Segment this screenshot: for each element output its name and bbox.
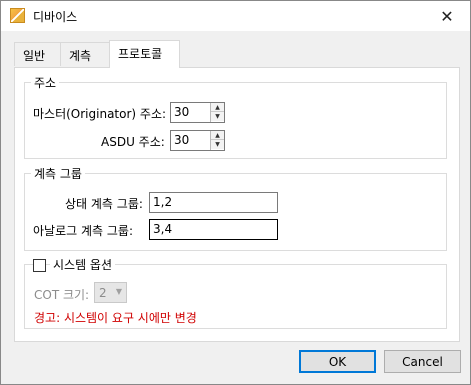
status-group-value: 1,2 (153, 195, 173, 209)
analog-group-label: 아날로그 계측 그룹: (33, 224, 133, 238)
address-group: 주소 마스터(Originator) 주소: 30 ▲ ▼ ASDU 주소: 3… (24, 74, 447, 159)
warning-text: 경고: 시스템이 요구 시에만 변경 (34, 311, 197, 325)
analog-group-value: 3,4 (153, 222, 173, 236)
asdu-address-spinner[interactable]: 30 ▲ ▼ (170, 130, 225, 151)
master-address-spinner[interactable]: 30 ▲ ▼ (170, 102, 225, 123)
tab-protocol[interactable]: 프로토콜 (109, 40, 180, 68)
system-option-group: 시스템 옵션 COT 크기: 2 ▼ 경고: 시스템이 요구 시에만 변경 (24, 256, 447, 329)
tab-measurement[interactable]: 계측 (60, 42, 110, 66)
measure-group-title: 계측 그룹 (31, 165, 85, 182)
system-option-checkbox[interactable] (33, 259, 46, 272)
master-spin-down-icon[interactable]: ▼ (211, 112, 224, 121)
system-option-label[interactable]: 시스템 옵션 (50, 256, 116, 273)
tab-protocol-label: 프로토콜 (118, 47, 163, 61)
asdu-address-value: 30 (174, 133, 190, 147)
analog-group-input[interactable]: 3,4 (149, 219, 278, 240)
master-address-value: 30 (174, 105, 190, 119)
asdu-spin-down-icon[interactable]: ▼ (211, 140, 224, 149)
device-dialog: 디바이스 ✕ 일반 계측 프로토콜 주소 마스터(Originator) 주소:… (0, 0, 471, 385)
title-bar: 디바이스 ✕ (1, 1, 470, 31)
master-address-label: 마스터(Originator) 주소: (33, 107, 167, 121)
chevron-down-icon: ▼ (115, 287, 122, 296)
asdu-address-label: ASDU 주소: (101, 135, 165, 149)
tab-measurement-label: 계측 (69, 49, 92, 63)
cot-size-select[interactable]: 2 ▼ (94, 282, 127, 303)
status-group-input[interactable]: 1,2 (149, 192, 278, 213)
asdu-spin-up-icon[interactable]: ▲ (211, 131, 224, 140)
master-spinner-buttons: ▲ ▼ (210, 103, 224, 122)
cancel-button[interactable]: Cancel (384, 350, 461, 373)
tab-general-label: 일반 (23, 49, 46, 63)
address-group-title: 주소 (31, 74, 60, 91)
tab-general[interactable]: 일반 (14, 42, 61, 66)
cot-size-label: COT 크기: (34, 288, 90, 302)
cot-size-value: 2 (99, 286, 107, 300)
master-spin-up-icon[interactable]: ▲ (211, 103, 224, 112)
app-icon (10, 8, 25, 23)
close-button[interactable]: ✕ (424, 1, 470, 31)
ok-button[interactable]: OK (299, 350, 376, 373)
asdu-spinner-buttons: ▲ ▼ (210, 131, 224, 150)
window-title: 디바이스 (33, 10, 78, 24)
tab-panel-protocol: 주소 마스터(Originator) 주소: 30 ▲ ▼ ASDU 주소: 3… (14, 67, 460, 342)
measure-group: 계측 그룹 상태 계측 그룹: 1,2 아날로그 계측 그룹: 3,4 (24, 165, 447, 251)
status-group-label: 상태 계측 그룹: (65, 197, 143, 211)
